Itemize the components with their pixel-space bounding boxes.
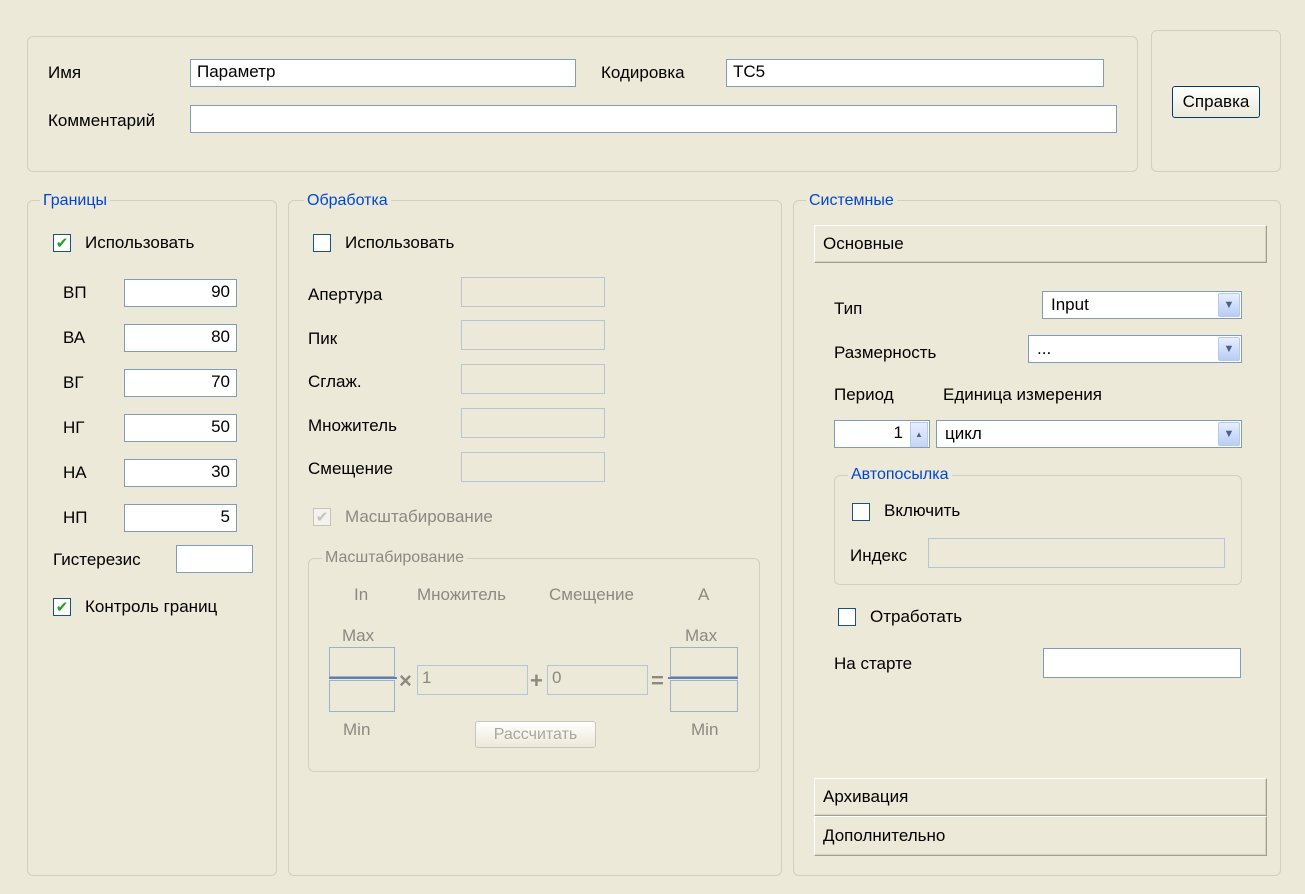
scaling-a-max-box[interactable] — [670, 647, 738, 677]
limit-input-va[interactable]: 80 — [124, 324, 237, 352]
scaling-col-in: In — [354, 585, 369, 604]
processing-title: Обработка — [304, 192, 391, 210]
process-checkbox[interactable] — [838, 608, 856, 626]
limits-use-checkbox[interactable]: ✔ — [53, 234, 71, 252]
check-icon: ✔ — [315, 508, 329, 526]
comment-label: Комментарий — [48, 111, 156, 130]
section-extra[interactable]: Дополнительно — [814, 816, 1267, 856]
hysteresis-label: Гистерезис — [53, 550, 141, 569]
scaling-in-max-label: Max — [342, 626, 375, 645]
autosend-enable-label: Включить — [884, 501, 961, 520]
scaling-in-min-label: Min — [343, 720, 371, 739]
processing-use-label: Использовать — [345, 233, 455, 252]
limit-label-ng: НГ — [63, 418, 85, 437]
equals-icon: = — [651, 668, 664, 693]
times-icon: × — [399, 668, 412, 693]
scaling-col-multiplier: Множитель — [417, 585, 506, 604]
name-input[interactable]: Параметр — [190, 59, 576, 87]
limit-label-vg: ВГ — [63, 373, 84, 392]
unit-select[interactable]: цикл ▼ — [936, 420, 1242, 448]
dimension-select[interactable]: ... ▼ — [1028, 335, 1242, 363]
calculate-button[interactable]: Рассчитать — [475, 721, 596, 748]
smoothing-input[interactable] — [461, 364, 605, 394]
name-label: Имя — [48, 63, 82, 82]
scaling-title: Масштабирование — [322, 549, 468, 567]
process-label: Отработать — [870, 607, 963, 626]
offset-input[interactable] — [461, 452, 605, 482]
limits-use-label: Использовать — [85, 233, 195, 252]
limit-control-checkbox[interactable]: ✔ — [53, 598, 71, 616]
multiplier-input[interactable] — [461, 408, 605, 438]
start-label: На старте — [834, 654, 913, 673]
period-input[interactable]: 1 ▲ ▼ — [834, 420, 930, 448]
dimension-select-value: ... — [1037, 339, 1052, 358]
limit-label-na: НА — [63, 463, 87, 482]
header-group — [27, 36, 1138, 172]
limit-label-va: ВА — [63, 328, 86, 347]
dimension-label: Размерность — [834, 343, 937, 362]
period-spinner[interactable]: ▲ ▼ — [910, 422, 928, 447]
chevron-down-icon[interactable]: ▼ — [1218, 422, 1240, 446]
chevron-down-icon[interactable]: ▼ — [1218, 337, 1240, 361]
autosend-title: Автопосылка — [848, 466, 952, 484]
scaling-col-offset: Смещение — [549, 585, 635, 604]
autosend-index-input[interactable] — [928, 538, 1225, 568]
limit-input-np[interactable]: 5 — [124, 504, 237, 532]
peak-label: Пик — [308, 329, 338, 348]
hysteresis-input[interactable] — [176, 545, 253, 573]
comment-input[interactable] — [190, 105, 1117, 133]
scaling-a-min-box[interactable] — [670, 680, 738, 712]
section-archive[interactable]: Архивация — [814, 778, 1267, 816]
scaling-checkbox[interactable]: ✔ — [313, 508, 331, 526]
aperture-input[interactable] — [461, 277, 605, 307]
processing-use-checkbox[interactable] — [313, 234, 331, 252]
system-title: Системные — [806, 192, 897, 210]
scaling-check-label: Масштабирование — [345, 507, 493, 526]
aperture-label: Апертура — [308, 285, 383, 304]
unit-label: Единица измерения — [943, 385, 1102, 404]
period-value: 1 — [893, 423, 903, 442]
scaling-in-divider — [329, 677, 397, 679]
scaling-in-min-box[interactable] — [329, 680, 395, 712]
autosend-index-label: Индекс — [850, 546, 908, 565]
type-select[interactable]: Input ▼ — [1042, 291, 1242, 319]
encoding-input[interactable]: TC5 — [726, 59, 1104, 87]
peak-input[interactable] — [461, 320, 605, 350]
limits-title: Границы — [40, 192, 110, 210]
offset-label: Смещение — [308, 459, 394, 478]
limit-label-np: НП — [63, 508, 88, 527]
scaling-col-a: A — [698, 585, 710, 604]
type-label: Тип — [834, 299, 863, 318]
start-input[interactable] — [1043, 648, 1241, 678]
scaling-in-max-box[interactable] — [329, 647, 395, 677]
scaling-multiplier-input[interactable]: 1 — [417, 665, 528, 695]
limit-control-label: Контроль границ — [85, 597, 218, 616]
autosend-enable-checkbox[interactable] — [852, 503, 870, 521]
period-label: Период — [834, 385, 894, 404]
limit-input-vp[interactable]: 90 — [124, 279, 237, 307]
multiplier-label: Множитель — [308, 416, 397, 435]
limit-input-na[interactable]: 30 — [124, 459, 237, 487]
help-button[interactable]: Справка — [1172, 86, 1260, 118]
scaling-a-divider — [668, 677, 738, 679]
check-icon: ✔ — [55, 598, 69, 616]
type-select-value: Input — [1051, 295, 1089, 314]
limit-input-ng[interactable]: 50 — [124, 414, 237, 442]
section-main[interactable]: Основные — [814, 225, 1267, 263]
encoding-label: Кодировка — [601, 63, 685, 82]
scaling-a-max-label: Max — [685, 626, 718, 645]
limit-input-vg[interactable]: 70 — [124, 369, 237, 397]
unit-select-value: цикл — [945, 424, 982, 443]
check-icon: ✔ — [55, 234, 69, 252]
plus-icon: + — [530, 668, 543, 693]
scaling-offset-input[interactable]: 0 — [547, 665, 648, 695]
chevron-down-icon[interactable]: ▼ — [1218, 293, 1240, 317]
autosend-group — [834, 475, 1242, 585]
spin-up-icon[interactable]: ▲ — [910, 422, 928, 447]
limit-label-vp: ВП — [63, 283, 87, 302]
scaling-a-min-label: Min — [691, 720, 719, 739]
smoothing-label: Сглаж. — [308, 372, 362, 391]
